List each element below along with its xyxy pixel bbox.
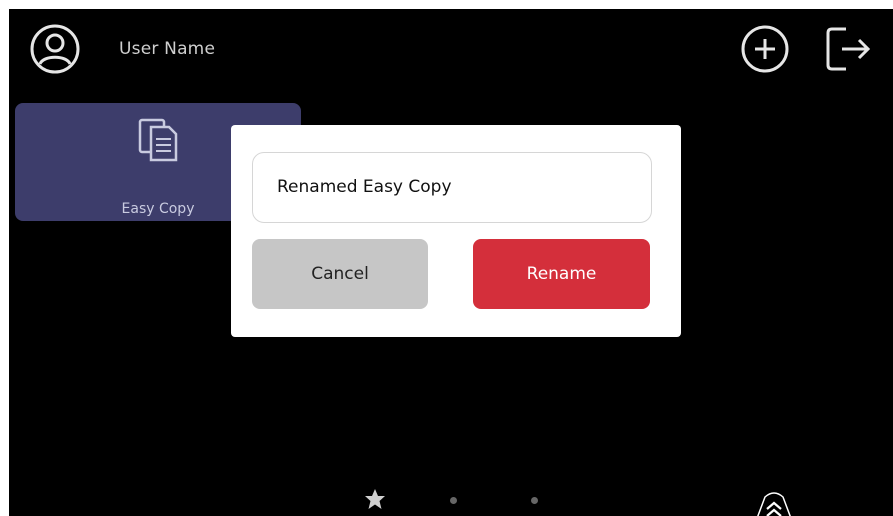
page-dot[interactable] [531,497,538,504]
star-icon[interactable] [364,488,386,510]
rename-input[interactable] [275,165,629,209]
user-avatar[interactable] [29,23,81,75]
app-screen: User Name Easy Copy Renamed Easy Copy Ca… [9,9,893,516]
rename-dialog: Cancel Rename [231,125,681,337]
user-name-label: User Name [119,39,216,59]
plus-circle-icon [741,25,789,73]
rename-field [252,152,652,223]
rename-button[interactable]: Rename [473,239,650,309]
rename-label: Rename [526,264,597,284]
header-bar: User Name [9,9,893,87]
add-button[interactable] [739,23,791,75]
logout-button[interactable] [822,23,874,75]
cancel-button[interactable]: Cancel [252,239,428,309]
cancel-label: Cancel [311,264,369,284]
page-indicator [9,479,893,516]
copy-document-icon [138,118,178,162]
double-chevron-up-icon[interactable] [753,487,795,516]
user-circle-icon [30,24,80,74]
page-dot[interactable] [450,497,457,504]
logout-icon [826,27,871,71]
